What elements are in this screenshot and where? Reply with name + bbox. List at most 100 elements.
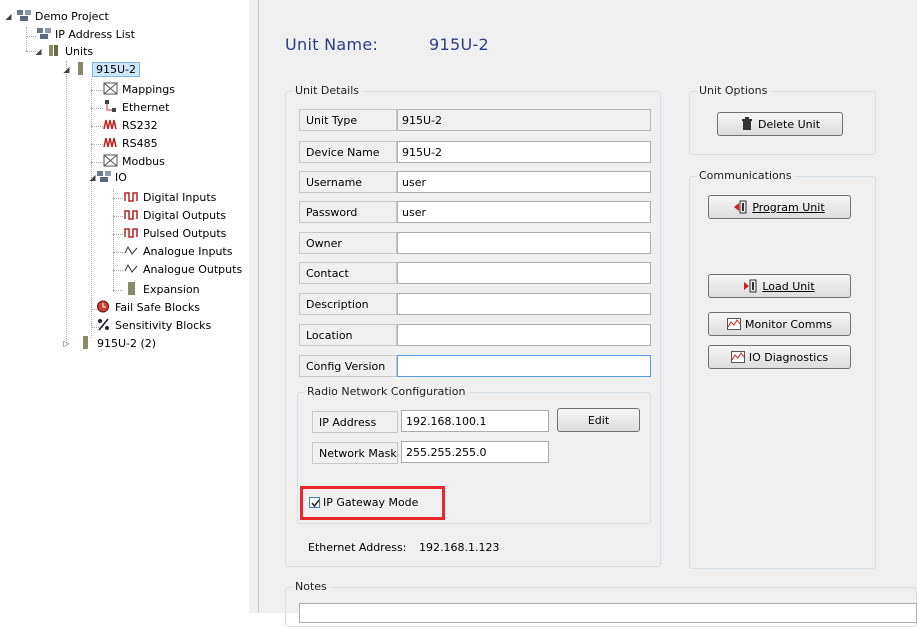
unit-icon bbox=[73, 62, 89, 75]
ethernet-address-label: Ethernet Address: bbox=[308, 541, 407, 554]
serial-port-icon bbox=[103, 118, 119, 131]
device-name-field[interactable] bbox=[397, 141, 651, 163]
unit-details-title: Unit Details bbox=[292, 84, 363, 97]
tree-item-modbus[interactable]: Modbus bbox=[103, 153, 165, 170]
username-label: Username bbox=[299, 171, 397, 193]
io-diagnostics-label: IO Diagnostics bbox=[748, 350, 829, 364]
tree-label: Mappings bbox=[122, 83, 175, 96]
diagnostics-graph-icon bbox=[730, 350, 745, 364]
tree-label: Pulsed Outputs bbox=[143, 227, 227, 240]
config-version-label: Config Version bbox=[299, 355, 397, 377]
config-version-field[interactable] bbox=[397, 355, 651, 377]
io-diagnostics-button[interactable]: IO Diagnostics bbox=[708, 345, 851, 369]
contact-field[interactable] bbox=[397, 262, 651, 284]
collapse-root-icon[interactable]: ◢ bbox=[4, 12, 13, 21]
tree-label: Digital Outputs bbox=[143, 209, 227, 222]
tree-label: Digital Inputs bbox=[143, 191, 217, 204]
tree-label: Fail Safe Blocks bbox=[115, 301, 201, 314]
digital-io-icon bbox=[124, 226, 140, 239]
digital-io-icon bbox=[124, 208, 140, 221]
network-icon bbox=[96, 170, 112, 183]
tree-label: RS232 bbox=[122, 119, 158, 132]
tree-item-mappings[interactable]: Mappings bbox=[103, 81, 175, 98]
tree-item-rs485[interactable]: RS485 bbox=[103, 135, 158, 152]
checkbox-checked-icon bbox=[309, 497, 320, 508]
unit-name-label: Unit Name: bbox=[285, 35, 379, 54]
description-field[interactable] bbox=[397, 293, 651, 315]
tree-item-demo-project[interactable]: Demo Project bbox=[16, 8, 109, 25]
tree-item-io[interactable]: IO bbox=[96, 169, 127, 186]
monitor-comms-button[interactable]: Monitor Comms bbox=[708, 312, 851, 336]
tree-item-expansion[interactable]: Expansion bbox=[124, 281, 200, 298]
tree-item-rs232[interactable]: RS232 bbox=[103, 117, 158, 134]
tree-label: IO bbox=[115, 171, 127, 184]
load-arrow-icon bbox=[744, 279, 758, 293]
collapse-unit-icon[interactable]: ◢ bbox=[62, 65, 71, 74]
edit-button-label: Edit bbox=[587, 413, 610, 427]
ip-gateway-mode-label: IP Gateway Mode bbox=[323, 496, 419, 509]
tree-item-ip-address-list[interactable]: IP Address List bbox=[36, 26, 135, 43]
owner-field[interactable] bbox=[397, 232, 651, 254]
device-name-label: Device Name bbox=[299, 141, 397, 163]
tree-item-analogue-outputs[interactable]: Analogue Outputs bbox=[124, 261, 242, 278]
password-field[interactable] bbox=[397, 201, 651, 223]
tree-item-digital-inputs[interactable]: Digital Inputs bbox=[124, 189, 216, 206]
analogue-io-icon bbox=[124, 244, 140, 257]
tree-item-pulsed-outputs[interactable]: Pulsed Outputs bbox=[124, 225, 226, 242]
load-unit-button[interactable]: Load Unit bbox=[708, 274, 851, 298]
expand-unit2-icon[interactable]: ▷ bbox=[62, 339, 71, 348]
notes-textarea[interactable] bbox=[299, 603, 917, 623]
digital-io-icon bbox=[124, 190, 140, 203]
network-icon bbox=[16, 9, 32, 22]
notes-title: Notes bbox=[292, 580, 330, 593]
percent-icon bbox=[96, 318, 112, 331]
tree-label: Modbus bbox=[122, 155, 165, 168]
ethernet-address-value: 192.168.1.123 bbox=[419, 541, 500, 554]
tree-label: IP Address List bbox=[55, 28, 135, 41]
panel-splitter[interactable] bbox=[249, 0, 259, 613]
communications-title: Communications bbox=[696, 169, 795, 182]
description-label: Description bbox=[299, 293, 397, 315]
unit-type-label: Unit Type bbox=[299, 109, 397, 131]
tree-label: RS485 bbox=[122, 137, 158, 150]
edit-button[interactable]: Edit bbox=[557, 408, 640, 432]
tree-label: 915U-2 (2) bbox=[97, 337, 157, 350]
collapse-units-icon[interactable]: ◢ bbox=[34, 47, 43, 56]
tree-label: Analogue Inputs bbox=[143, 245, 233, 258]
tree-item-analogue-inputs[interactable]: Analogue Inputs bbox=[124, 243, 232, 260]
tree-item-ethernet[interactable]: Ethernet bbox=[103, 99, 169, 116]
unit-icon bbox=[78, 336, 94, 349]
tree-item-units[interactable]: Units bbox=[46, 43, 93, 60]
analogue-io-icon bbox=[124, 262, 140, 275]
network-icon bbox=[36, 27, 52, 40]
project-tree-panel[interactable]: ◢ ◢ ◢ ◢ ▷ Demo Project IP Address List U… bbox=[0, 0, 250, 613]
delete-unit-label: Delete Unit bbox=[757, 117, 821, 131]
location-field[interactable] bbox=[397, 324, 651, 346]
tree-label: Units bbox=[65, 45, 94, 58]
monitor-graph-icon bbox=[727, 317, 742, 331]
unit-type-field[interactable] bbox=[397, 109, 651, 131]
trash-icon bbox=[740, 117, 754, 131]
clock-icon bbox=[96, 300, 112, 313]
program-unit-button[interactable]: Program Unit bbox=[708, 195, 851, 219]
tree-label: Ethernet bbox=[122, 101, 170, 114]
delete-unit-button[interactable]: Delete Unit bbox=[717, 112, 843, 136]
radio-ip-field[interactable] bbox=[401, 410, 549, 432]
tree-label: Demo Project bbox=[35, 10, 109, 23]
username-field[interactable] bbox=[397, 171, 651, 193]
network-mask-field[interactable] bbox=[401, 441, 549, 463]
expansion-icon bbox=[124, 282, 140, 295]
ip-gateway-mode-checkbox[interactable]: IP Gateway Mode bbox=[309, 496, 418, 509]
location-label: Location bbox=[299, 324, 397, 346]
password-label: Password bbox=[299, 201, 397, 223]
tree-item-sensitivity-blocks[interactable]: Sensitivity Blocks bbox=[96, 317, 211, 334]
tree-item-digital-outputs[interactable]: Digital Outputs bbox=[124, 207, 226, 224]
monitor-comms-label: Monitor Comms bbox=[745, 317, 832, 331]
owner-label: Owner bbox=[299, 232, 397, 254]
tree-label: 915U-2 bbox=[92, 62, 141, 77]
tree-item-fail-safe-blocks[interactable]: Fail Safe Blocks bbox=[96, 299, 200, 316]
tree-item-unit-915u-2[interactable]: 915U-2 bbox=[73, 61, 141, 78]
unit-options-title: Unit Options bbox=[696, 84, 771, 97]
load-unit-label: Load Unit bbox=[762, 279, 815, 293]
tree-item-unit-915u-2-2[interactable]: 915U-2 (2) bbox=[78, 335, 156, 352]
